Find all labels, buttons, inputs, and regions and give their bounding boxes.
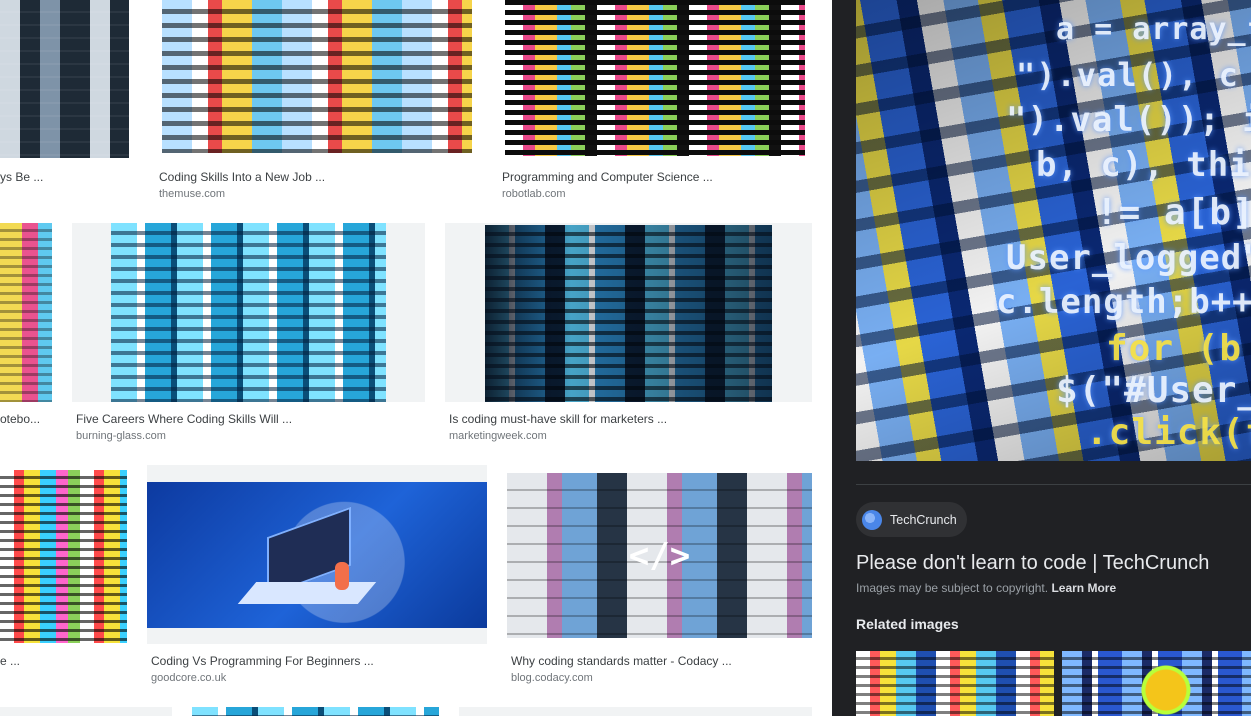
result-tile[interactable]: otebo... <box>0 223 55 443</box>
result-thumbnail[interactable] <box>0 0 129 158</box>
copyright-text: Images may be subject to copyright. <box>856 581 1049 595</box>
result-thumbnail-partial[interactable] <box>192 707 439 716</box>
result-thumbnail-frame[interactable] <box>445 223 812 402</box>
result-domain[interactable]: goodcore.co.uk <box>151 672 486 684</box>
result-caption[interactable]: Five Careers Where Coding Skills Will ..… <box>76 412 421 426</box>
preview-code-line: != a[b] & <box>1096 192 1251 233</box>
preview-code-line: .click(functio <box>1086 412 1251 453</box>
result-thumbnail-frame[interactable] <box>147 465 487 644</box>
code-brackets-icon: </> <box>628 535 691 576</box>
related-image-thumbnail[interactable] <box>1062 651 1251 716</box>
result-caption[interactable]: otebo... <box>0 412 55 426</box>
result-tile[interactable]: e ... <box>0 465 135 680</box>
image-results-grid: ys Be ... Coding Skills Into a New Job .… <box>0 0 832 716</box>
person-illustration <box>335 562 349 590</box>
result-tile[interactable]: Coding Skills Into a New Job ... themuse… <box>155 0 480 205</box>
result-caption[interactable]: Coding Skills Into a New Job ... <box>159 170 479 184</box>
laptop-illustration <box>237 582 377 604</box>
image-preview-panel: a = array_fro ").val(), c = us ").val())… <box>856 0 1251 716</box>
preview-code-line: c.length;b++) { <box>996 282 1251 322</box>
result-tile[interactable]: Programming and Computer Science ... rob… <box>498 0 813 205</box>
preview-title[interactable]: Please don't learn to code | TechCrunch <box>856 552 1209 575</box>
result-tile[interactable]: Is coding must-have skill for marketers … <box>445 223 813 448</box>
result-thumbnail[interactable] <box>111 223 386 402</box>
preview-code-line: $("#User_log <box>1056 370 1251 411</box>
preview-code-line: User_logged").va <box>1006 238 1251 278</box>
globe-icon <box>862 509 882 530</box>
result-thumbnail[interactable] <box>505 0 805 156</box>
related-images-heading: Related images <box>856 616 959 632</box>
panel-divider <box>832 0 856 716</box>
result-thumbnail-frame[interactable] <box>72 223 425 402</box>
result-domain[interactable]: burning-glass.com <box>76 430 421 442</box>
result-tile[interactable]: Coding Vs Programming For Beginners ... … <box>147 465 489 690</box>
result-caption[interactable]: Coding Vs Programming For Beginners ... <box>151 654 486 668</box>
preview-code-line: ").val()); if (c <box>1006 100 1251 140</box>
panel-separator <box>856 484 1251 485</box>
preview-code-line: ").val(), c = us <box>1016 56 1251 94</box>
result-domain[interactable]: marketingweek.com <box>449 430 809 442</box>
preview-code-line: a = array_fro <box>1056 12 1251 47</box>
preview-code-line: b, c), this.trig <box>1036 145 1251 185</box>
result-tile[interactable]: </> Why coding standards matter - Codacy… <box>507 465 813 690</box>
preview-code-line: for (b = <box>1106 328 1251 369</box>
result-thumbnail[interactable] <box>147 482 487 628</box>
result-caption[interactable]: ys Be ... <box>0 170 130 184</box>
result-thumbnail[interactable] <box>162 0 472 153</box>
result-domain[interactable]: themuse.com <box>159 188 479 200</box>
result-thumbnail-partial[interactable] <box>0 707 172 716</box>
result-caption[interactable]: e ... <box>0 654 130 668</box>
preview-image[interactable]: a = array_fro ").val(), c = us ").val())… <box>856 0 1251 461</box>
result-thumbnail-partial[interactable] <box>459 707 812 716</box>
learn-more-link[interactable]: Learn More <box>1051 581 1116 595</box>
related-image-thumbnail[interactable] <box>856 651 1054 716</box>
copyright-notice: Images may be subject to copyright. Lear… <box>856 581 1116 595</box>
result-tile[interactable]: ys Be ... <box>0 0 140 200</box>
result-thumbnail[interactable] <box>485 225 772 402</box>
result-caption[interactable]: Programming and Computer Science ... <box>502 170 812 184</box>
source-chip[interactable]: TechCrunch <box>856 502 967 537</box>
result-tile[interactable]: Five Careers Where Coding Skills Will ..… <box>72 223 427 448</box>
result-domain[interactable]: blog.codacy.com <box>511 672 811 684</box>
source-name: TechCrunch <box>890 512 957 527</box>
result-caption[interactable]: Is coding must-have skill for marketers … <box>449 412 809 426</box>
result-domain[interactable]: robotlab.com <box>502 188 812 200</box>
result-thumbnail[interactable] <box>0 470 127 643</box>
result-thumbnail[interactable]: </> <box>507 473 812 638</box>
result-thumbnail[interactable] <box>0 223 52 402</box>
result-caption[interactable]: Why coding standards matter - Codacy ... <box>511 654 811 668</box>
